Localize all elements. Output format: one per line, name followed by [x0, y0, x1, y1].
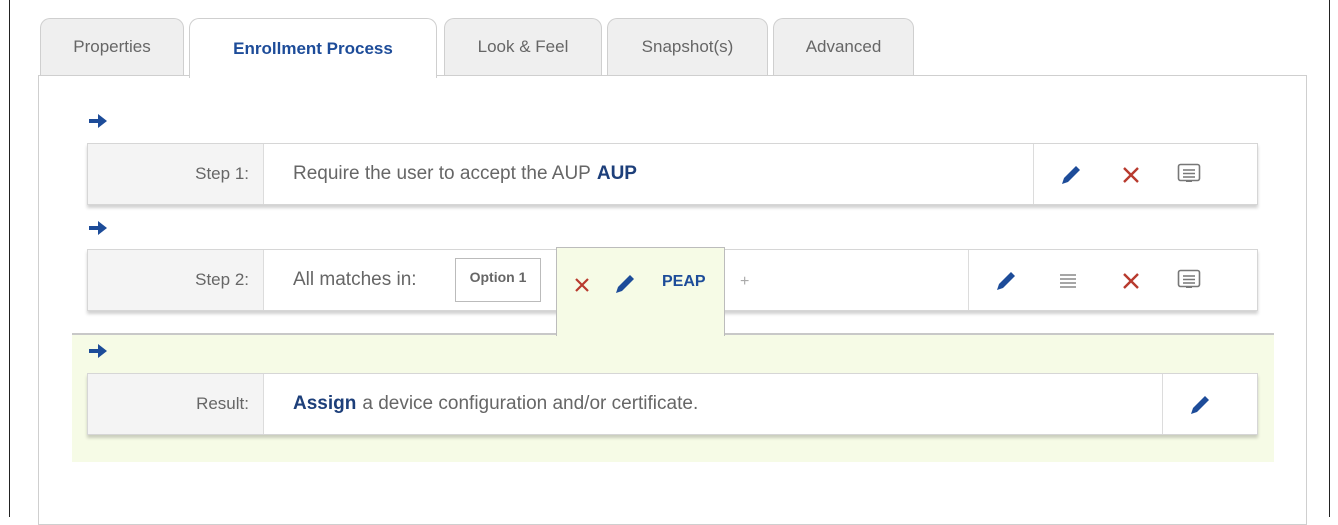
step-1-aup-link[interactable]: AUP [597, 163, 637, 185]
step-2-actions [968, 250, 1257, 310]
tab-advanced[interactable]: Advanced [773, 18, 914, 75]
pencil-icon[interactable] [1189, 394, 1211, 416]
option-1-chip[interactable]: Option 1 [455, 258, 541, 302]
step-1-actions [1033, 144, 1257, 204]
arrow-right-icon [89, 114, 107, 128]
step-2-description: All matches in: [293, 250, 417, 310]
arrow-right-icon [89, 344, 107, 358]
step-1-label: Step 1: [88, 144, 264, 204]
window-frame-left [9, 0, 10, 517]
result-row: Result: Assign a device configuration an… [87, 373, 1258, 435]
tab-look-and-feel[interactable]: Look & Feel [444, 18, 602, 75]
result-label: Result: [88, 374, 264, 434]
comment-icon[interactable] [1177, 269, 1201, 291]
menu-lines-icon[interactable] [1058, 272, 1078, 290]
result-actions [1162, 374, 1257, 434]
tab-snapshots[interactable]: Snapshot(s) [607, 18, 768, 75]
comment-icon[interactable] [1177, 163, 1201, 185]
add-option-button[interactable]: + [740, 273, 749, 291]
step-1-description: Require the user to accept the AUP AUP [293, 144, 637, 204]
arrow-right-icon [89, 221, 107, 235]
pencil-icon[interactable] [614, 273, 636, 295]
result-description: Assign a device configuration and/or cer… [293, 374, 698, 434]
result-assign-link[interactable]: Assign [293, 393, 356, 415]
peap-chip[interactable]: PEAP [556, 247, 725, 336]
step-2-label: Step 2: [88, 250, 264, 310]
result-text: a device configuration and/or certificat… [362, 393, 699, 414]
step-1-text: Require the user to accept the AUP [293, 163, 591, 184]
peap-label: PEAP [662, 273, 706, 290]
pencil-icon[interactable] [995, 270, 1017, 292]
pencil-icon[interactable] [1060, 164, 1082, 186]
close-icon[interactable] [1122, 166, 1140, 184]
tab-enrollment-process[interactable]: Enrollment Process [189, 18, 437, 78]
close-icon[interactable] [1122, 272, 1140, 290]
tab-properties[interactable]: Properties [40, 18, 184, 75]
close-icon[interactable] [574, 277, 590, 293]
window-frame-right [1329, 0, 1330, 517]
step-1-row: Step 1: Require the user to accept the A… [87, 143, 1258, 205]
step-2-text: All matches in: [293, 269, 417, 290]
